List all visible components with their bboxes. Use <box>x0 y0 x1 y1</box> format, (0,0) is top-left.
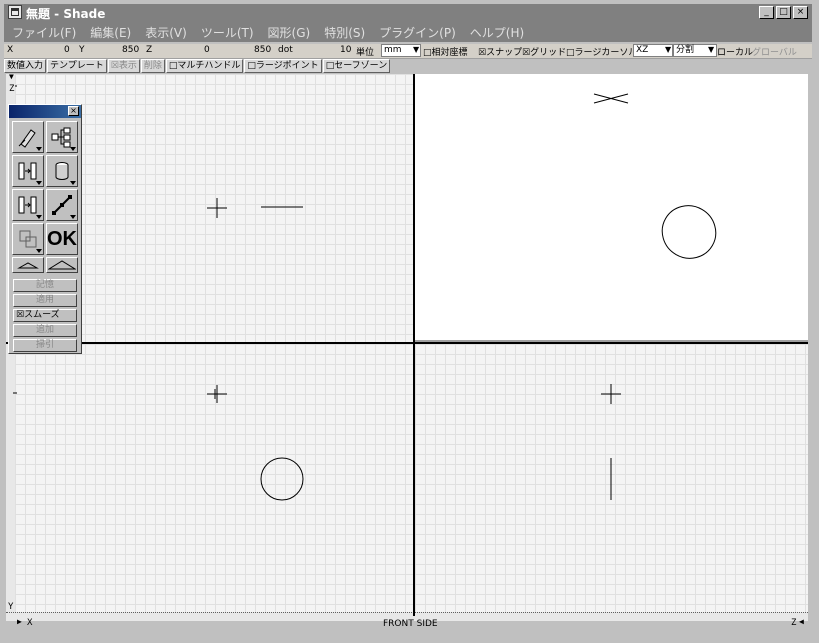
chevron-down-icon <box>70 181 76 185</box>
ok-button[interactable]: OK <box>46 223 78 255</box>
pencil-tool[interactable] <box>12 121 44 153</box>
mountain-large-tool[interactable] <box>46 257 78 273</box>
palette-title-bar[interactable]: × <box>9 105 81 118</box>
chevron-down-icon <box>70 215 76 219</box>
copy-icon <box>19 230 37 248</box>
axis-label-z-bottom: Z <box>791 618 797 628</box>
viewport-divider-horizontal[interactable] <box>6 342 808 344</box>
move-into-icon <box>18 196 37 214</box>
line-point-tool[interactable] <box>46 189 78 221</box>
chevron-down-icon <box>36 181 42 185</box>
chevron-down-icon: ▼ <box>9 72 14 81</box>
viewport-divider-vertical[interactable] <box>413 74 415 616</box>
axis-label-z-top: Z <box>9 84 15 94</box>
chevron-down-icon <box>36 215 42 219</box>
cylinder-icon <box>55 162 69 180</box>
pencil-icon <box>18 129 36 148</box>
cylinder-tool[interactable] <box>46 155 78 187</box>
move-into-icon <box>18 162 37 180</box>
palette-close-button[interactable]: × <box>68 106 79 116</box>
axis-label-y: Y <box>8 602 14 612</box>
sphere-front <box>260 457 304 501</box>
axis-label-x: X <box>27 618 33 628</box>
move-into-tool[interactable] <box>12 155 44 187</box>
view-label: FRONT SIDE <box>383 619 438 629</box>
arrow-left-icon: ◀ <box>799 617 804 626</box>
line-point-icon <box>52 195 72 215</box>
copy-tool[interactable] <box>12 223 44 255</box>
tool-palette: × OK 記憶 適用 ☒スムーズ 追加 掃引 <box>8 104 82 354</box>
scene-drawing <box>13 85 717 501</box>
palette-tools: OK <box>12 121 78 273</box>
mountain-small-tool[interactable] <box>12 257 44 273</box>
mountain-small-icon <box>17 262 39 269</box>
hierarchy-tool[interactable] <box>46 121 78 153</box>
apply-button[interactable]: 適用 <box>13 294 77 307</box>
chevron-down-icon <box>70 147 76 151</box>
sweep-button[interactable]: 掃引 <box>13 339 77 352</box>
memory-button[interactable]: 記憶 <box>13 279 77 292</box>
add-button[interactable]: 追加 <box>13 324 77 337</box>
smooth-checkbox[interactable]: ☒スムーズ <box>13 309 77 322</box>
arrow-right-icon: ▶ <box>17 617 22 626</box>
viewport-divider-horizontal-shadow <box>415 340 808 342</box>
ok-label: OK <box>47 227 77 250</box>
mountain-large-icon <box>48 260 76 270</box>
chevron-down-icon <box>36 147 42 151</box>
sphere-perspective <box>661 205 717 259</box>
chevron-down-icon <box>36 249 42 253</box>
hierarchy-icon <box>51 127 71 148</box>
move-into-tool-2[interactable] <box>12 189 44 221</box>
